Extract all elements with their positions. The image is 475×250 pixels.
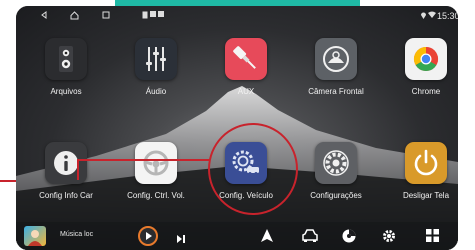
app-label: Arquivos: [50, 87, 82, 96]
apps-grid-icon[interactable]: [426, 229, 439, 247]
app-label: Desligar Tela: [402, 191, 450, 200]
tablet-icon: [142, 11, 148, 19]
app-label: AUX: [237, 87, 255, 96]
app-label: Configurações: [310, 191, 362, 200]
navigation-icon[interactable]: [261, 229, 273, 247]
notification-icon: [150, 11, 156, 17]
status-bar: 15:30: [16, 6, 458, 28]
app-config-ctrl-vol[interactable]: Config. Ctrl. Vol.: [111, 142, 201, 200]
speaker-icon: [45, 38, 87, 80]
back-icon[interactable]: [40, 11, 48, 19]
location-icon: [420, 11, 427, 19]
camera-front-icon: [315, 38, 357, 80]
chrome-icon: [405, 38, 447, 80]
clock: 15:30: [437, 11, 458, 21]
app-desligar-tela[interactable]: Desligar Tela: [381, 142, 458, 200]
equalizer-icon: [135, 38, 177, 80]
app-aux[interactable]: AUX: [201, 38, 291, 96]
app-label: Câmera Frontal: [308, 87, 364, 96]
wifi-icon: [428, 11, 436, 18]
app-configuracoes[interactable]: Configurações: [291, 142, 381, 200]
app-label: Config Info Car: [39, 191, 93, 200]
app-label: Chrome: [411, 87, 441, 96]
app-audio[interactable]: Áudio: [111, 38, 201, 96]
app-label: Áudio: [145, 87, 167, 96]
settings-icon[interactable]: [382, 229, 396, 248]
track-title[interactable]: Música loc: [60, 231, 93, 238]
car-icon[interactable]: [302, 229, 318, 247]
power-icon: [405, 142, 447, 184]
app-label: Config. Ctrl. Vol.: [127, 191, 185, 200]
annotation-pointer: [77, 159, 209, 161]
app-arquivos[interactable]: Arquivos: [21, 38, 111, 96]
bottom-dock: Música loc: [16, 222, 458, 250]
music-disc-icon[interactable]: [342, 229, 356, 248]
play-icon[interactable]: [138, 226, 158, 246]
home-icon[interactable]: [70, 11, 79, 20]
app-config-info-car[interactable]: Config Info Car: [21, 142, 111, 200]
sim-icon: [158, 11, 164, 17]
album-art[interactable]: [24, 226, 46, 246]
aux-cable-icon: [225, 38, 267, 80]
steering-wheel-icon: [135, 142, 177, 184]
app-camera-frontal[interactable]: Câmera Frontal: [291, 38, 381, 96]
next-icon[interactable]: [176, 231, 186, 249]
info-icon: [45, 142, 87, 184]
head-unit-screen: 15:30 Arquivos Áudio AUX Câmera Frontal …: [16, 6, 458, 250]
app-chrome[interactable]: Chrome: [381, 38, 458, 96]
annotation-pointer: [77, 159, 79, 180]
recents-icon[interactable]: [102, 11, 110, 19]
settings-gear-icon: [315, 142, 357, 184]
highlight-circle: [208, 123, 298, 215]
